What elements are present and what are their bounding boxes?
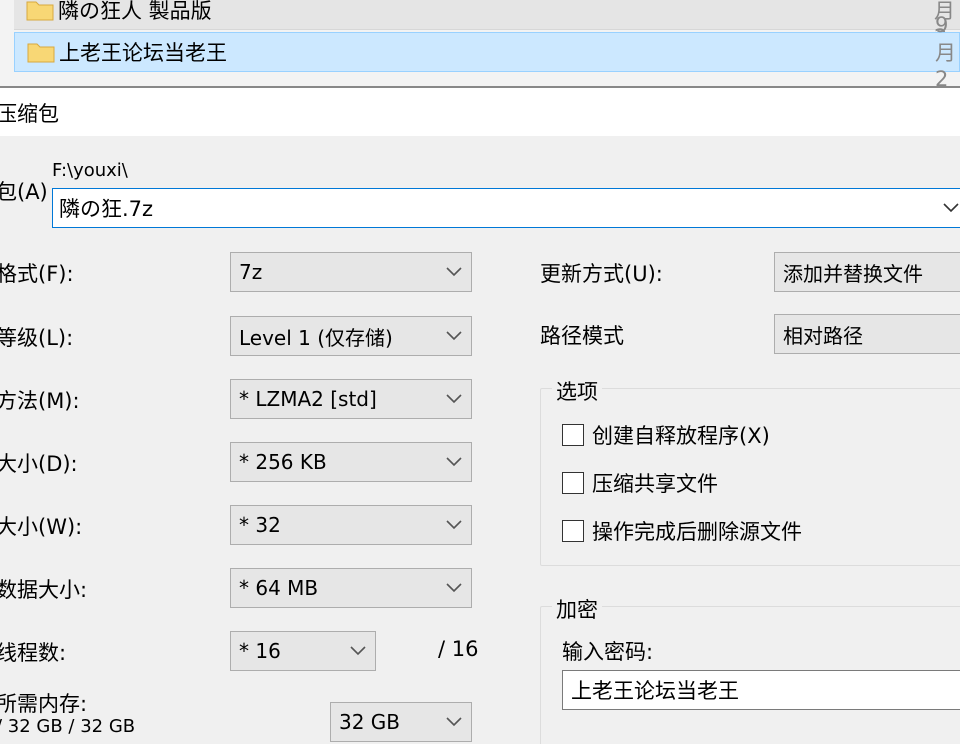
method-select[interactable]: * LZMA2 [std]	[230, 379, 472, 419]
level-select[interactable]: Level 1 (仅存储)	[230, 316, 472, 356]
update-mode-select[interactable]: 添加并替换文件	[774, 252, 960, 292]
level-value: Level 1 (仅存储)	[239, 325, 393, 350]
file-list: 隣の狂人 製品版 9月2 上老王论坛当老王 9月2	[0, 0, 960, 91]
solid-block-size-select[interactable]: * 64 MB	[230, 568, 472, 608]
sfx-checkbox[interactable]	[562, 424, 584, 446]
memory-value: 32 GB	[339, 710, 401, 734]
sfx-checkbox-row[interactable]: 创建自释放程序(X)	[562, 420, 770, 450]
folder-icon	[26, 0, 54, 21]
chevron-down-icon	[437, 703, 471, 741]
shared-files-label: 压缩共享文件	[592, 472, 718, 496]
path-mode-value: 相对路径	[783, 323, 863, 348]
dictionary-size-value: * 256 KB	[239, 450, 327, 474]
format-value: 7z	[239, 260, 263, 284]
threads-label: 线程数:	[0, 641, 67, 665]
file-name: 隣の狂人 製品版	[58, 0, 212, 23]
update-mode-value: 添加并替换文件	[783, 261, 923, 286]
threads-select[interactable]: * 16	[230, 631, 376, 671]
password-value: 上老王论坛当老王	[571, 679, 739, 703]
path-mode-select[interactable]: 相对路径	[774, 314, 960, 354]
method-value: * LZMA2 [std]	[239, 387, 377, 411]
dialog-titlebar: 压缩包	[0, 88, 960, 136]
word-size-value: * 32	[239, 513, 281, 537]
dictionary-size-select[interactable]: * 256 KB	[230, 442, 472, 482]
archive-name-input[interactable]: 隣の狂.7z	[52, 188, 960, 228]
memory-select[interactable]: 32 GB	[330, 702, 472, 742]
shared-files-checkbox[interactable]	[562, 472, 584, 494]
chevron-down-icon	[437, 317, 471, 355]
file-name: 上老王论坛当老王	[59, 41, 227, 65]
solid-block-size-label: 数据大小:	[0, 578, 88, 602]
method-label: 方法(M):	[0, 389, 80, 413]
chevron-down-icon	[341, 632, 375, 670]
solid-block-size-value: * 64 MB	[239, 576, 319, 600]
dialog-title: 压缩包	[0, 102, 59, 126]
file-row[interactable]: 隣の狂人 製品版 9月2	[14, 0, 960, 49]
word-size-select[interactable]: * 32	[230, 505, 472, 545]
shared-files-checkbox-row[interactable]: 压缩共享文件	[562, 468, 718, 498]
format-select[interactable]: 7z	[230, 252, 472, 292]
file-date: 9月2	[935, 13, 956, 91]
chevron-down-icon	[437, 380, 471, 418]
chevron-down-icon	[437, 569, 471, 607]
delete-after-label: 操作完成后删除源文件	[592, 520, 802, 544]
update-mode-label: 更新方式(U):	[540, 262, 663, 286]
word-size-label: 大小(W):	[0, 515, 83, 539]
chevron-down-icon[interactable]	[931, 189, 960, 227]
archive-label: 包(A)	[0, 180, 48, 204]
threads-value: * 16	[239, 639, 281, 663]
path-mode-label: 路径模式	[540, 324, 624, 348]
archive-path: F:\youxi\	[52, 160, 128, 181]
dictionary-size-label: 大小(D):	[0, 452, 78, 476]
password-input[interactable]: 上老王论坛当老王	[562, 670, 960, 710]
chevron-down-icon	[437, 443, 471, 481]
file-row-selected[interactable]: 上老王论坛当老王 9月2	[14, 13, 960, 91]
password-label: 输入密码:	[562, 640, 654, 664]
chevron-down-icon	[437, 506, 471, 544]
delete-after-checkbox-row[interactable]: 操作完成后删除源文件	[562, 516, 802, 546]
archive-name-value: 隣の狂.7z	[59, 197, 154, 221]
folder-icon	[27, 41, 55, 63]
encryption-group-title: 加密	[552, 594, 602, 624]
memory-label: 所需内存:	[0, 692, 88, 716]
memory-info: / 32 GB / 32 GB	[0, 716, 136, 737]
threads-max: / 16	[438, 637, 479, 661]
format-label: 格式(F):	[0, 262, 74, 286]
sfx-label: 创建自释放程序(X)	[592, 424, 770, 448]
delete-after-checkbox[interactable]	[562, 520, 584, 542]
options-group-title: 选项	[552, 376, 602, 406]
level-label: 等级(L):	[0, 326, 74, 350]
chevron-down-icon	[437, 253, 471, 291]
